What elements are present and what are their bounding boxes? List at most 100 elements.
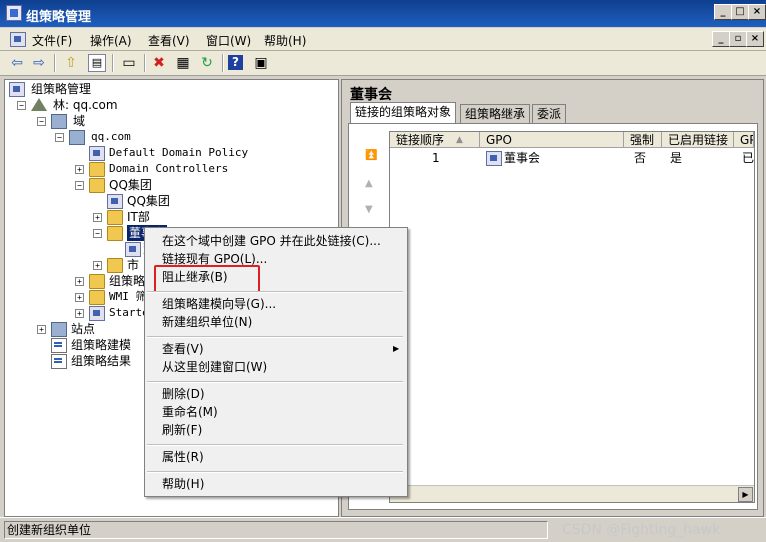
refresh-icon[interactable]: ↻ <box>198 54 216 72</box>
cell-gpo: 董事会 <box>504 151 541 165</box>
ou-folder-icon <box>89 162 105 177</box>
menu-window[interactable]: 窗口(W) <box>206 32 251 49</box>
gpmc-app-icon <box>6 5 22 21</box>
expand-toggle[interactable]: + <box>93 213 102 222</box>
expand-toggle[interactable]: + <box>75 165 84 174</box>
gpo-folder-icon <box>89 274 105 289</box>
expand-toggle[interactable]: + <box>37 325 46 334</box>
up-folder-icon[interactable]: ⇧ <box>62 54 80 72</box>
menu-item-delete[interactable]: 删除(D) <box>162 386 205 402</box>
menu-help[interactable]: 帮助(H) <box>264 32 306 49</box>
properties-page-icon[interactable]: ▭ <box>120 54 138 72</box>
minimize-button[interactable]: _ <box>714 4 732 20</box>
menu-item-create-gpo-link[interactable]: 在这个域中创建 GPO 并在此处链接(C)... <box>162 233 381 249</box>
submenu-arrow-icon: ▶ <box>393 344 400 353</box>
move-top-icon[interactable]: ⏫ <box>365 150 377 161</box>
mdi-close-button[interactable]: × <box>746 31 764 47</box>
back-arrow-icon[interactable]: ⇦ <box>8 54 26 72</box>
menu-item-properties[interactable]: 属性(R) <box>162 449 204 465</box>
collapse-toggle[interactable]: − <box>93 229 102 238</box>
sort-ascending-icon: ▲ <box>456 135 463 145</box>
cell-link-enabled: 是 <box>670 151 683 165</box>
sites-icon <box>51 322 67 337</box>
gpo-link-icon <box>89 146 105 161</box>
maximize-button[interactable]: □ <box>731 4 749 20</box>
mdi-restore-button[interactable]: ▫ <box>729 31 747 47</box>
forward-arrow-icon[interactable]: ⇨ <box>30 54 48 72</box>
mdi-minimize-button[interactable]: _ <box>712 31 730 47</box>
tab-linked-gpos[interactable]: 链接的组策略对象 <box>350 102 457 124</box>
toolbar-separator <box>144 54 146 72</box>
menu-file[interactable]: 文件(F) <box>32 32 72 49</box>
tree-label: 域 <box>73 114 86 128</box>
cell-link-order: 1 <box>432 151 440 165</box>
menu-separator <box>147 471 403 473</box>
menu-separator <box>147 444 403 446</box>
help-icon[interactable]: ? <box>228 55 243 70</box>
tree-label: QQ集团 <box>109 178 152 192</box>
modeling-icon <box>51 338 67 353</box>
tree-label: WMI 筛 <box>109 290 147 303</box>
collapse-toggle[interactable]: − <box>17 101 26 110</box>
ou-folder-icon <box>107 258 123 273</box>
move-down-icon[interactable]: ▼ <box>365 204 373 215</box>
menu-item-modeling-wizard[interactable]: 组策略建模向导(G)... <box>162 296 276 312</box>
ou-folder-icon <box>107 226 123 241</box>
collapse-toggle[interactable]: − <box>75 181 84 190</box>
results-icon <box>51 354 67 369</box>
close-button[interactable]: × <box>748 4 766 20</box>
menu-item-rename[interactable]: 重命名(M) <box>162 404 218 420</box>
ou-folder-icon <box>89 178 105 193</box>
mmc-snapin-icon[interactable]: ▣ <box>252 54 270 72</box>
horizontal-scrollbar[interactable]: ▶ <box>390 485 754 502</box>
menu-item-help[interactable]: 帮助(H) <box>162 476 204 492</box>
menu-action[interactable]: 操作(A) <box>90 32 132 49</box>
move-up-icon[interactable]: ▲ <box>365 178 373 189</box>
console-icon[interactable] <box>10 32 26 47</box>
gpo-link-icon <box>107 194 123 209</box>
column-header-link-enabled[interactable]: 已启用链接 <box>662 132 734 148</box>
window-title: 组策略管理 <box>26 10 92 25</box>
linked-gpo-grid: 链接顺序 ▲ GPO 强制 已启用链接 GP 1 董事会 否 是 已 ▶ <box>389 131 755 503</box>
context-menu: 在这个域中创建 GPO 并在此处链接(C)... 链接现有 GPO(L)... … <box>144 227 408 497</box>
tab-gpo-inheritance[interactable]: 组策略继承 <box>460 104 531 124</box>
cell-gpo-status: 已 <box>742 151 755 165</box>
domains-icon <box>51 114 67 129</box>
delete-icon[interactable]: ✖ <box>150 54 168 72</box>
expand-toggle[interactable]: + <box>75 277 84 286</box>
menu-item-new-window[interactable]: 从这里创建窗口(W) <box>162 359 267 375</box>
menu-item-refresh[interactable]: 刷新(F) <box>162 422 202 438</box>
collapse-toggle[interactable]: − <box>37 117 46 126</box>
scroll-right-icon[interactable]: ▶ <box>738 487 753 502</box>
menu-item-new-ou[interactable]: 新建组织单位(N) <box>162 314 252 330</box>
expand-toggle[interactable]: + <box>75 293 84 302</box>
tree-label: 组策略 <box>109 274 146 288</box>
collapse-toggle[interactable]: − <box>55 133 64 142</box>
tree-label: 林: qq.com <box>53 98 118 112</box>
export-list-icon[interactable]: ▦ <box>174 54 192 72</box>
toolbar-separator <box>112 54 114 72</box>
menu-separator <box>147 291 403 293</box>
toolbar-separator <box>54 54 56 72</box>
tab-delegation[interactable]: 委派 <box>532 104 567 124</box>
details-title: 董事会 <box>350 87 392 103</box>
column-header-gpo[interactable]: GPO <box>480 132 624 148</box>
watermark: CSDN @Fighting_hawk <box>562 522 721 538</box>
menu-separator <box>147 336 403 338</box>
column-header-link-order[interactable]: 链接顺序 ▲ <box>390 132 480 148</box>
menu-item-view[interactable]: 查看(V) <box>162 341 204 357</box>
tree-label: 市 <box>127 258 140 272</box>
toolbar-separator <box>222 54 224 72</box>
show-tree-icon[interactable]: ▤ <box>88 54 106 72</box>
column-header-gpo-status[interactable]: GP <box>734 132 754 148</box>
status-text: 创建新组织单位 <box>4 521 548 539</box>
menu-view[interactable]: 查看(V) <box>148 32 190 49</box>
column-header-enforced[interactable]: 强制 <box>624 132 662 148</box>
expand-toggle[interactable]: + <box>75 309 84 318</box>
title-bar: 组策略管理 _ □ × <box>0 0 766 27</box>
domain-icon <box>69 130 85 145</box>
tree-label: IT部 <box>127 210 150 224</box>
gpo-link-icon <box>125 242 141 257</box>
tree-label: 组策略管理 <box>31 82 92 96</box>
expand-toggle[interactable]: + <box>93 261 102 270</box>
